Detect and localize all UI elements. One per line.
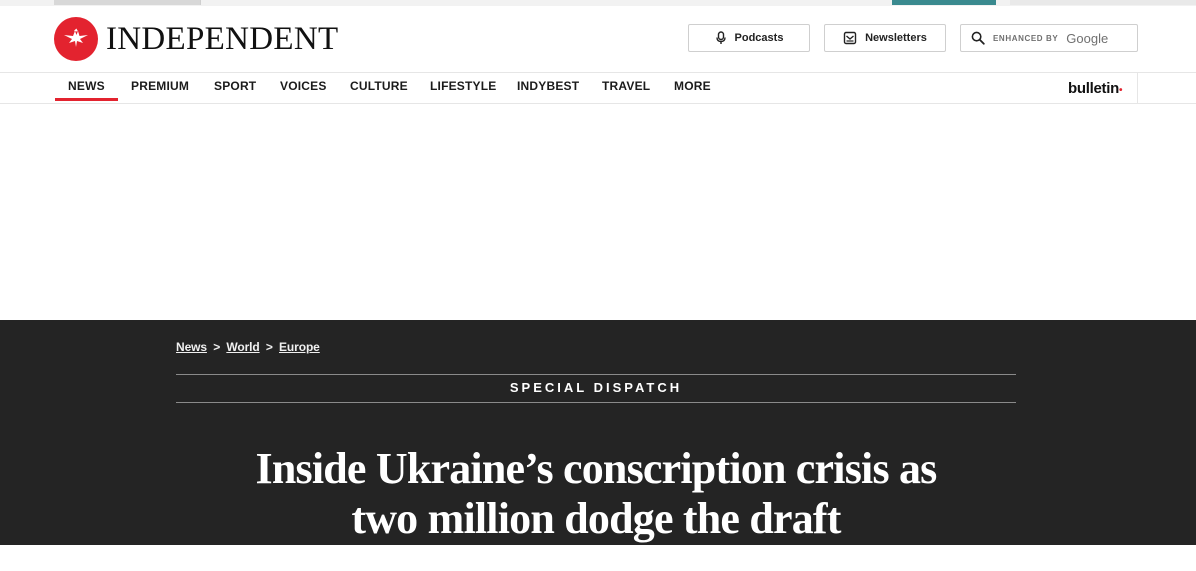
newsletter-icon (843, 31, 857, 45)
article-hero: News > World > Europe SPECIAL DISPATCH I… (0, 320, 1196, 570)
nav-item-more[interactable]: MORE (674, 73, 711, 103)
newsletters-label: Newsletters (865, 32, 927, 44)
newsletters-button[interactable]: Newsletters (824, 24, 946, 52)
site-logo[interactable]: INDEPENDENT (54, 16, 374, 62)
nav-divider (1137, 73, 1138, 103)
microphone-icon (715, 31, 727, 45)
breadcrumb-separator: > (265, 340, 273, 354)
bulletin-label: bulletin (1068, 80, 1119, 97)
podcasts-label: Podcasts (734, 32, 784, 44)
article-kicker: SPECIAL DISPATCH (509, 380, 683, 395)
search-prefix: ENHANCED BY (993, 33, 1059, 43)
brand-wordmark: INDEPENDENT (106, 20, 339, 57)
primary-navigation: NEWS PREMIUM SPORT VOICES CULTURE LIFEST… (0, 73, 1196, 104)
nav-item-news[interactable]: NEWS (55, 73, 118, 103)
nav-item-sport[interactable]: SPORT (214, 73, 256, 103)
site-header: INDEPENDENT Podcasts Newsletters ENHANCE… (0, 6, 1196, 73)
nav-item-voices[interactable]: VOICES (280, 73, 327, 103)
nav-item-culture[interactable]: CULTURE (350, 73, 408, 103)
breadcrumb-news[interactable]: News (176, 340, 207, 354)
nav-item-indybest[interactable]: INDYBEST (517, 73, 579, 103)
breadcrumb-world[interactable]: World (226, 340, 259, 354)
strip-divider (200, 0, 201, 5)
breadcrumb-europe[interactable]: Europe (279, 340, 320, 354)
nav-item-lifestyle[interactable]: LIFESTYLE (430, 73, 496, 103)
breadcrumb: News > World > Europe (176, 340, 320, 354)
bulletin-link[interactable]: bulletin• (1068, 80, 1122, 97)
search-provider: Google (1066, 30, 1109, 46)
article-headline: Inside Ukraine’s conscription crisis as … (176, 444, 1016, 544)
advertisement-space (0, 104, 1196, 320)
strip-accent-bar (892, 0, 996, 5)
strip-segment-left (54, 0, 200, 5)
kicker-bottom-rule (176, 402, 1016, 403)
strip-right-segment (1010, 0, 1196, 5)
headline-line-1: Inside Ukraine’s conscription crisis as (255, 444, 938, 494)
nav-item-premium[interactable]: PREMIUM (131, 73, 189, 103)
article-standfirst: While Ukraine holds out against Russia’s… (176, 551, 1016, 570)
nav-item-travel[interactable]: TRAVEL (602, 73, 650, 103)
site-search-input[interactable]: ENHANCED BY Google (960, 24, 1138, 52)
bulletin-dot-icon: • (1118, 85, 1123, 96)
headline-line-2: two million dodge the draft (351, 494, 841, 544)
search-icon (971, 31, 985, 45)
eagle-logo-icon (54, 17, 98, 61)
podcasts-button[interactable]: Podcasts (688, 24, 810, 52)
breadcrumb-separator: > (213, 340, 221, 354)
kicker-top-rule (176, 374, 1016, 375)
